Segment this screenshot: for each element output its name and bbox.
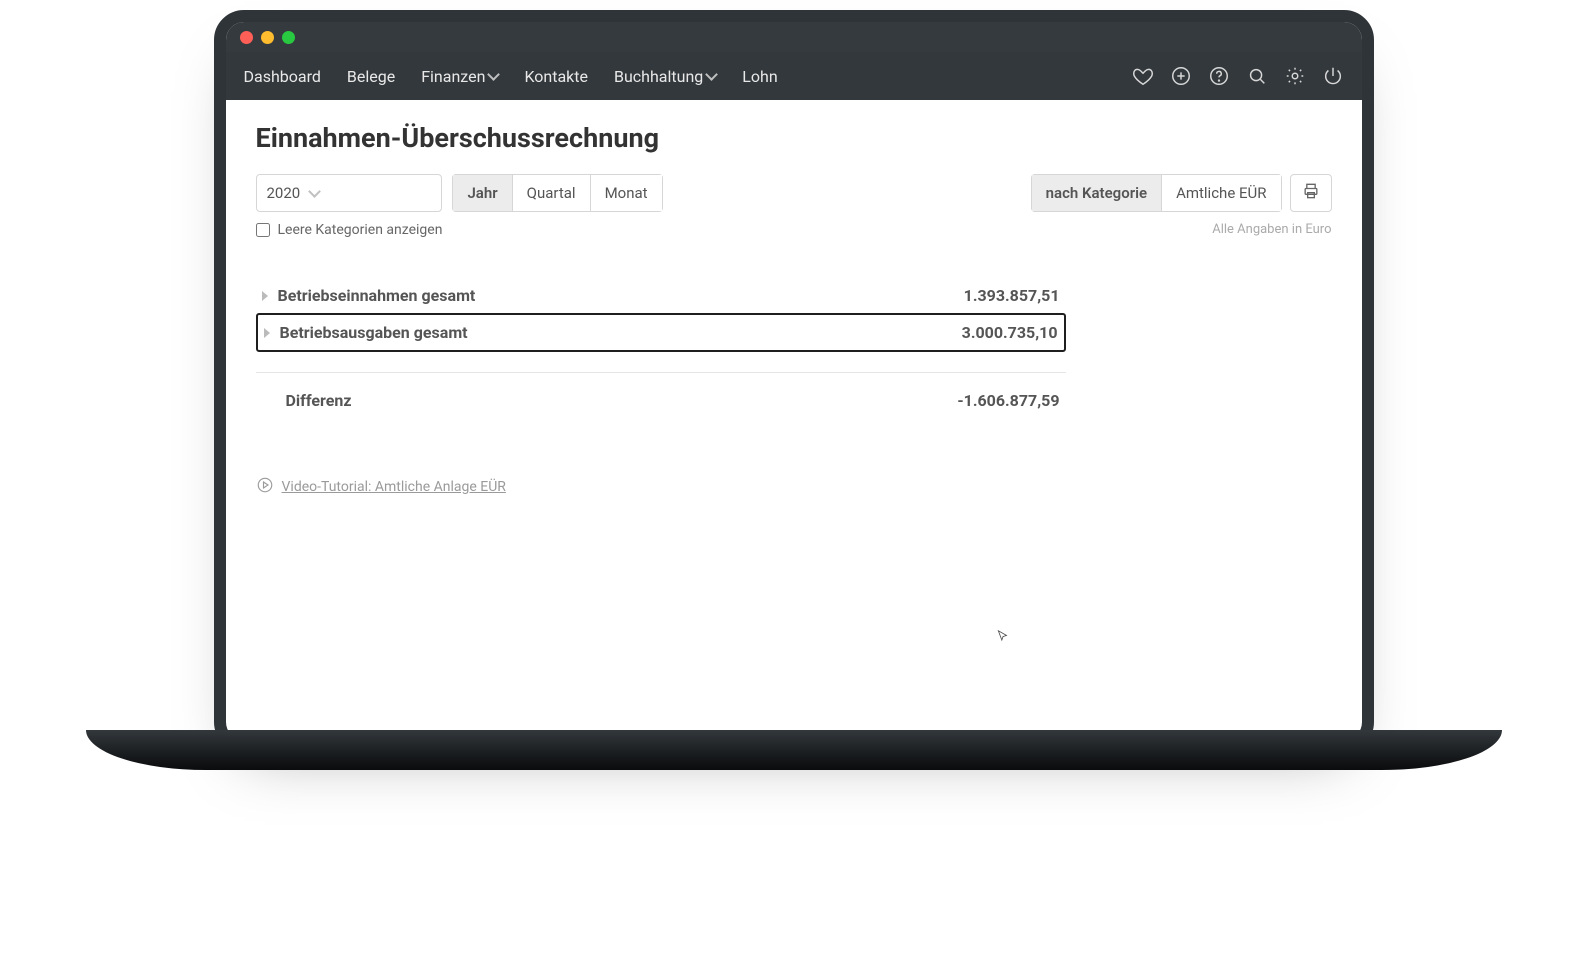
main-navbar: Dashboard Belege Finanzen Kontakte Buchh… [226, 52, 1362, 100]
nav-lohn[interactable]: Lohn [742, 67, 777, 86]
row-betriebseinnahmen[interactable]: Betriebseinnahmen gesamt 1.393.857,51 [256, 278, 1066, 313]
row-betriebsausgaben[interactable]: Betriebsausgaben gesamt 3.000.735,10 [256, 313, 1066, 352]
caret-right-icon [264, 328, 270, 338]
page-title: Einnahmen-Überschussrechnung [256, 122, 1332, 154]
year-select-value: 2020 [267, 184, 301, 202]
checkbox-label: Leere Kategorien anzeigen [278, 222, 443, 238]
search-icon[interactable] [1246, 65, 1268, 87]
nav-item-label: Lohn [742, 67, 777, 86]
gear-icon[interactable] [1284, 65, 1306, 87]
period-segmented: Jahr Quartal Monat [452, 174, 662, 212]
nav-item-label: Finanzen [421, 67, 485, 86]
differenz-row: Differenz -1.606.877,59 [256, 383, 1066, 418]
nav-item-label: Kontakte [524, 67, 588, 86]
view-segmented: nach Kategorie Amtliche EÜR [1031, 174, 1282, 212]
nav-buchhaltung[interactable]: Buchhaltung [614, 67, 716, 86]
heart-icon[interactable] [1132, 65, 1154, 87]
minimize-window-button[interactable] [261, 31, 274, 44]
chevron-down-icon [705, 68, 718, 81]
nav-finanzen[interactable]: Finanzen [421, 67, 498, 86]
period-jahr-button[interactable]: Jahr [452, 174, 512, 212]
tutorial-link-label: Video-Tutorial: Amtliche Anlage EÜR [282, 479, 506, 495]
row-value: 3.000.735,10 [962, 323, 1058, 342]
currency-hint: Alle Angaben in Euro [1212, 222, 1331, 237]
power-icon[interactable] [1322, 65, 1344, 87]
view-kategorie-button[interactable]: nach Kategorie [1031, 174, 1162, 212]
chevron-down-icon [488, 68, 501, 81]
year-select[interactable]: 2020 [256, 174, 443, 212]
help-circle-icon[interactable] [1208, 65, 1230, 87]
close-window-button[interactable] [240, 31, 253, 44]
video-tutorial-link[interactable]: Video-Tutorial: Amtliche Anlage EÜR [256, 476, 1332, 498]
print-button[interactable] [1290, 174, 1332, 212]
nav-item-label: Belege [347, 67, 395, 86]
nav-kontakte[interactable]: Kontakte [524, 67, 588, 86]
play-circle-icon [256, 476, 274, 498]
empty-categories-checkbox[interactable]: Leere Kategorien anzeigen [256, 222, 443, 238]
row-label: Betriebseinnahmen gesamt [278, 286, 476, 305]
print-icon [1301, 181, 1321, 205]
row-value: 1.393.857,51 [964, 286, 1060, 305]
view-amtliche-button[interactable]: Amtliche EÜR [1162, 174, 1281, 212]
row-label: Betriebsausgaben gesamt [280, 323, 468, 342]
empty-categories-checkbox-input[interactable] [256, 223, 270, 237]
nav-belege[interactable]: Belege [347, 67, 395, 86]
window-titlebar [226, 22, 1362, 52]
chevron-down-icon [308, 185, 321, 198]
differenz-value: -1.606.877,59 [957, 391, 1059, 410]
differenz-label: Differenz [262, 391, 352, 410]
nav-item-label: Dashboard [244, 67, 321, 86]
divider [256, 372, 1066, 373]
nav-dashboard[interactable]: Dashboard [244, 67, 321, 86]
plus-circle-icon[interactable] [1170, 65, 1192, 87]
period-quartal-button[interactable]: Quartal [513, 174, 591, 212]
period-monat-button[interactable]: Monat [591, 174, 663, 212]
caret-right-icon [262, 291, 268, 301]
maximize-window-button[interactable] [282, 31, 295, 44]
nav-item-label: Buchhaltung [614, 67, 703, 86]
